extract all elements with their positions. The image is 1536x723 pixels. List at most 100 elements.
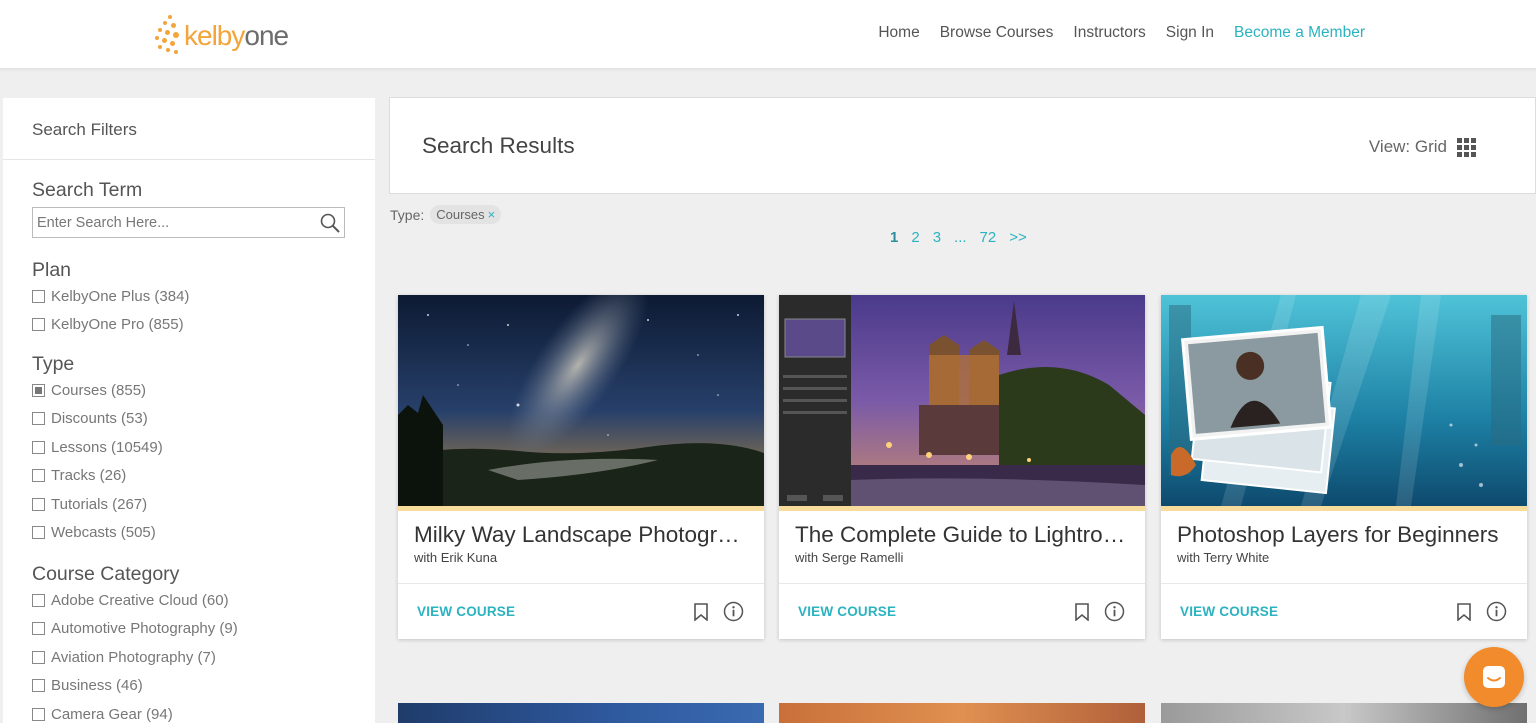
type-option[interactable]: Webcasts (505): [32, 519, 375, 548]
page-next[interactable]: >>: [1009, 229, 1027, 246]
type-option[interactable]: Courses (855): [32, 376, 375, 405]
type-option[interactable]: Tutorials (267): [32, 490, 375, 519]
checkbox[interactable]: [32, 289, 45, 303]
chip-remove-icon[interactable]: ×: [488, 207, 496, 222]
checkbox[interactable]: [32, 440, 45, 454]
course-thumbnail[interactable]: [1161, 295, 1527, 506]
nav-home[interactable]: Home: [878, 24, 919, 42]
plan-section: Plan KelbyOne Plus (384) KelbyOne Pro (8…: [3, 238, 375, 339]
checkbox[interactable]: [32, 526, 45, 540]
info-icon[interactable]: [1104, 601, 1125, 622]
plan-option[interactable]: KelbyOne Plus (384): [32, 282, 375, 311]
view-course-button[interactable]: VIEW COURSE: [1180, 604, 1278, 619]
checkbox[interactable]: [32, 679, 45, 693]
page-2[interactable]: 2: [911, 229, 919, 246]
category-option[interactable]: Automotive Photography (9): [32, 615, 375, 644]
plan-option[interactable]: KelbyOne Pro (855): [32, 311, 375, 340]
checkbox[interactable]: [32, 650, 45, 664]
search-input[interactable]: [33, 208, 344, 237]
grid-icon[interactable]: [1457, 137, 1476, 157]
kelbyone-logo[interactable]: kelbyone: [154, 14, 289, 58]
search-term-title: Search Term: [32, 179, 143, 201]
option-label: Courses (855): [51, 381, 147, 399]
filter-chip-courses[interactable]: Courses ×: [430, 205, 502, 224]
card-actions: [693, 601, 744, 622]
nav-become-member[interactable]: Become a Member: [1234, 24, 1365, 42]
filters-heading: Search Filters: [3, 98, 375, 160]
view-toggle[interactable]: View: Grid: [1369, 137, 1476, 157]
nav-browse-courses[interactable]: Browse Courses: [940, 24, 1054, 42]
search-icon[interactable]: [319, 212, 341, 234]
chat-icon: [1483, 666, 1505, 688]
checkbox[interactable]: [32, 622, 45, 636]
course-author: with Terry White: [1177, 550, 1270, 565]
type-option[interactable]: Tracks (26): [32, 462, 375, 491]
option-label: Adobe Creative Cloud (60): [51, 591, 229, 609]
course-card-peek[interactable]: [1161, 703, 1527, 723]
page-72[interactable]: 72: [980, 229, 997, 246]
view-course-button[interactable]: VIEW COURSE: [798, 604, 896, 619]
bookmark-icon[interactable]: [1456, 602, 1472, 621]
logo-dots-icon: [154, 14, 182, 58]
card-actions: [1456, 601, 1507, 622]
info-icon[interactable]: [723, 601, 744, 622]
option-label: KelbyOne Plus (384): [51, 287, 190, 305]
option-label: Business (46): [51, 677, 143, 695]
course-card[interactable]: Photoshop Layers for Beginners with Terr…: [1161, 295, 1527, 639]
option-label: KelbyOne Pro (855): [51, 316, 184, 334]
course-thumbnail[interactable]: [779, 295, 1145, 506]
category-option[interactable]: Adobe Creative Cloud (60): [32, 586, 375, 615]
chat-launcher-button[interactable]: [1464, 647, 1524, 707]
option-label: Lessons (10549): [51, 438, 163, 456]
checkbox-checked[interactable]: [32, 383, 45, 397]
bookmark-icon[interactable]: [693, 602, 709, 621]
checkbox[interactable]: [32, 497, 45, 511]
course-title[interactable]: Milky Way Landscape Photography: [398, 511, 764, 548]
course-author: with Erik Kuna: [414, 550, 498, 565]
plan-title: Plan: [32, 259, 72, 281]
course-title[interactable]: The Complete Guide to Lightroom Classic: [779, 511, 1145, 548]
option-label: Camera Gear (94): [51, 705, 173, 723]
course-thumbnail[interactable]: [398, 295, 764, 506]
course-title[interactable]: Photoshop Layers for Beginners: [1161, 511, 1527, 548]
checkbox[interactable]: [32, 412, 45, 426]
course-card-peek[interactable]: [398, 703, 764, 723]
checkbox[interactable]: [32, 469, 45, 483]
category-option[interactable]: Camera Gear (94): [32, 700, 375, 723]
type-section: Type Courses (855) Discounts (53) Lesson…: [3, 339, 375, 547]
option-label: Discounts (53): [51, 410, 148, 428]
checkbox[interactable]: [32, 318, 45, 332]
page-1[interactable]: 1: [890, 229, 898, 246]
course-card[interactable]: The Complete Guide to Lightroom Classic …: [779, 295, 1145, 639]
logo-wordmark: kelbyone: [184, 22, 289, 50]
page-ellipsis: ...: [954, 229, 967, 246]
checkbox[interactable]: [32, 593, 45, 607]
page-3[interactable]: 3: [933, 229, 941, 246]
nav-sign-in[interactable]: Sign In: [1166, 24, 1214, 42]
view-course-button[interactable]: VIEW COURSE: [417, 604, 515, 619]
card-footer: VIEW COURSE: [398, 583, 764, 639]
course-card[interactable]: Milky Way Landscape Photography with Eri…: [398, 295, 764, 639]
card-footer: VIEW COURSE: [1161, 583, 1527, 639]
view-label: View: Grid: [1368, 137, 1447, 156]
type-title: Type: [32, 353, 75, 375]
info-icon[interactable]: [1486, 601, 1507, 622]
bookmark-icon[interactable]: [1074, 602, 1090, 621]
results-title: Search Results: [422, 133, 575, 158]
results-header: Search Results View: Grid: [389, 97, 1536, 194]
course-category-section: Course Category Adobe Creative Cloud (60…: [3, 547, 375, 723]
option-label: Tutorials (267): [51, 495, 148, 513]
category-option[interactable]: Business (46): [32, 672, 375, 701]
pagination: 1 2 3 ... 72 >>: [890, 229, 1027, 246]
type-option[interactable]: Lessons (10549): [32, 433, 375, 462]
site-header: kelbyone Home Browse Courses Instructors…: [0, 0, 1536, 69]
course-card-peek[interactable]: [779, 703, 1145, 723]
course-category-title: Course Category: [32, 563, 180, 585]
category-option[interactable]: Aviation Photography (7): [32, 643, 375, 672]
nav-instructors[interactable]: Instructors: [1073, 24, 1145, 42]
checkbox[interactable]: [32, 707, 45, 721]
search-filters-panel: Search Filters Search Term Plan KelbyOne…: [3, 98, 375, 723]
search-term-section: Search Term: [3, 160, 375, 238]
option-label: Aviation Photography (7): [51, 648, 216, 666]
type-option[interactable]: Discounts (53): [32, 405, 375, 434]
